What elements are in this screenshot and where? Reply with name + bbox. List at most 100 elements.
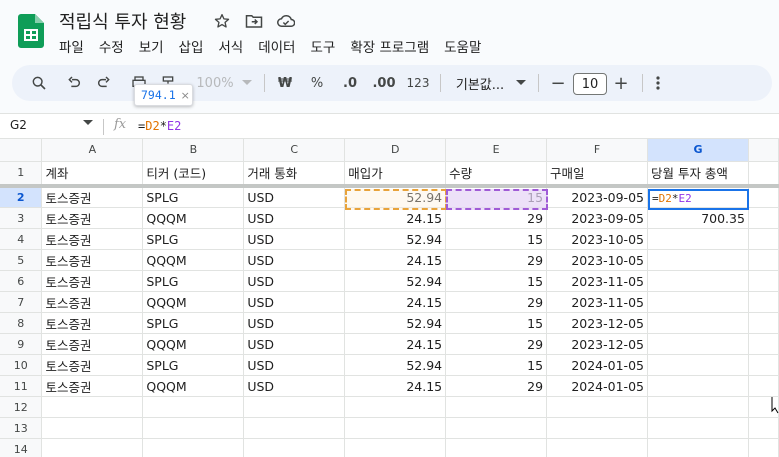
cell[interactable]: 52.94 [344, 312, 447, 334]
cell[interactable]: USD [243, 354, 346, 376]
sheets-logo-icon[interactable] [18, 14, 44, 48]
cell[interactable] [647, 228, 749, 250]
cell[interactable] [647, 270, 749, 292]
column-header-b[interactable]: B [142, 139, 245, 162]
menu-format[interactable]: 서식 [218, 36, 250, 56]
header-cell[interactable]: 구매일 [546, 161, 648, 188]
spreadsheet-grid[interactable]: A B C D E F G 1 계좌 티커 (코드) 거래 통화 매입가 수량 … [0, 139, 779, 457]
cell[interactable]: SPLG [142, 312, 245, 334]
cell[interactable]: SPLG [142, 186, 245, 208]
header-cell[interactable]: 당월 투자 총액 [647, 161, 749, 188]
font-size-input[interactable]: 10 [573, 73, 607, 95]
move-folder-icon[interactable] [244, 11, 264, 31]
name-box[interactable]: G2 [10, 118, 27, 132]
cell[interactable]: 2023-09-05 [546, 207, 648, 229]
cell-edit-formula[interactable]: =D2*E2 [652, 192, 692, 205]
font-chevron-down-icon[interactable] [514, 65, 528, 101]
menu-view[interactable]: 보기 [139, 36, 171, 56]
cell[interactable] [142, 417, 245, 439]
zoom-select[interactable]: 100% [193, 65, 237, 101]
cell[interactable]: 24.15 [344, 207, 447, 229]
cell[interactable] [41, 417, 144, 439]
column-header-g[interactable]: G [647, 139, 749, 162]
cell[interactable] [344, 396, 447, 418]
cell[interactable]: QQQM [142, 207, 245, 229]
cell[interactable]: 토스증권 [41, 207, 144, 229]
cell[interactable]: 29 [445, 291, 548, 313]
cell[interactable]: 2023-11-05 [546, 291, 648, 313]
cell[interactable] [748, 161, 779, 188]
row-header[interactable]: 14 [0, 438, 43, 457]
cell[interactable]: 29 [445, 375, 548, 397]
cell[interactable]: 2023-10-05 [546, 228, 648, 250]
increase-decimal-button[interactable]: .00 [369, 65, 399, 101]
cell[interactable] [41, 396, 144, 418]
currency-format-button[interactable]: ₩ [273, 65, 297, 101]
cell[interactable] [142, 438, 245, 457]
cell[interactable] [243, 417, 346, 439]
cell[interactable]: QQQM [142, 375, 245, 397]
row-header[interactable]: 8 [0, 312, 43, 334]
cell[interactable] [748, 291, 779, 313]
percent-format-button[interactable]: % [305, 65, 329, 101]
cell[interactable]: USD [243, 375, 346, 397]
name-box-chevron-down-icon[interactable] [83, 120, 93, 126]
cell[interactable]: 700.35 [647, 207, 749, 229]
cell[interactable] [344, 417, 447, 439]
header-cell[interactable]: 티커 (코드) [142, 161, 245, 188]
cell[interactable]: 29 [445, 249, 548, 271]
search-menus-icon[interactable] [26, 65, 52, 101]
cell[interactable]: QQQM [142, 333, 245, 355]
row-header[interactable]: 1 [0, 161, 43, 188]
cell[interactable]: USD [243, 291, 346, 313]
cell[interactable] [748, 333, 779, 355]
cell[interactable]: USD [243, 207, 346, 229]
cell[interactable] [344, 438, 447, 457]
cell[interactable]: 2024-01-05 [546, 375, 648, 397]
cell[interactable] [748, 270, 779, 292]
row-header[interactable]: 9 [0, 333, 43, 355]
cell[interactable] [748, 249, 779, 271]
row-header[interactable]: 12 [0, 396, 43, 418]
tooltip-close-icon[interactable]: × [181, 89, 190, 102]
cell[interactable] [748, 312, 779, 334]
undo-icon[interactable] [61, 65, 87, 101]
menu-file[interactable]: 파일 [59, 36, 91, 56]
menu-edit[interactable]: 수정 [99, 36, 131, 56]
cell[interactable]: 2023-09-05 [546, 186, 648, 208]
cell[interactable]: 15 [445, 186, 548, 208]
cell[interactable]: 토스증권 [41, 270, 144, 292]
row-header[interactable]: 3 [0, 207, 43, 229]
cloud-saved-icon[interactable] [276, 11, 296, 31]
row-header[interactable]: 7 [0, 291, 43, 313]
cell[interactable]: 52.94 [344, 186, 447, 208]
cell[interactable]: 15 [445, 270, 548, 292]
cell[interactable] [445, 396, 548, 418]
header-cell[interactable]: 수량 [445, 161, 548, 188]
cell[interactable]: 2023-12-05 [546, 312, 648, 334]
cell[interactable]: 15 [445, 354, 548, 376]
row-header[interactable]: 13 [0, 417, 43, 439]
star-icon[interactable] [212, 11, 232, 31]
cell[interactable] [748, 438, 779, 457]
column-header-c[interactable]: C [243, 139, 346, 162]
cell[interactable]: 24.15 [344, 375, 447, 397]
cell[interactable]: USD [243, 270, 346, 292]
cell[interactable]: 토스증권 [41, 249, 144, 271]
cell[interactable] [748, 375, 779, 397]
menu-tools[interactable]: 도구 [310, 36, 342, 56]
cell[interactable] [546, 438, 648, 457]
cell[interactable]: 29 [445, 333, 548, 355]
cell[interactable]: 2024-01-05 [546, 354, 648, 376]
document-title[interactable]: 적립식 투자 현황 [59, 8, 186, 34]
row-header[interactable]: 11 [0, 375, 43, 397]
cell[interactable]: 29 [445, 207, 548, 229]
zoom-chevron-down-icon[interactable] [240, 65, 254, 101]
cell[interactable]: USD [243, 228, 346, 250]
cell[interactable]: SPLG [142, 270, 245, 292]
cell[interactable]: SPLG [142, 354, 245, 376]
menu-help[interactable]: 도움말 [444, 36, 488, 56]
row-header[interactable]: 2 [0, 186, 43, 208]
formula-input[interactable]: =D2*E2 [138, 119, 181, 133]
cell[interactable]: 15 [445, 228, 548, 250]
